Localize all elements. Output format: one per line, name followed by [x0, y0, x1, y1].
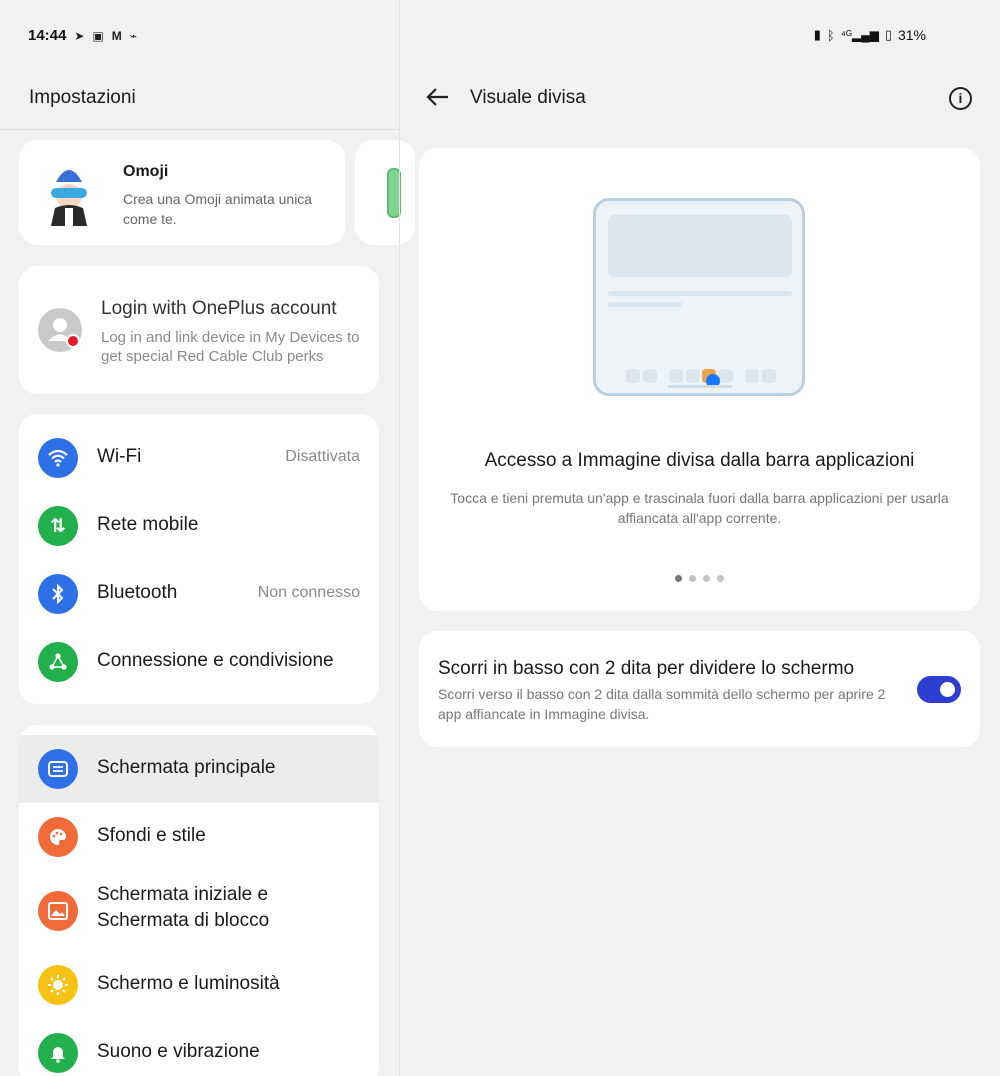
info-icon[interactable]: i — [949, 87, 972, 110]
setting-description: Scorri verso il basso con 2 dita dalla s… — [438, 686, 886, 722]
battery-level: 31% — [897, 27, 926, 43]
split-view-tutorial-card: Accesso a Immagine divisa dalla barra ap… — [419, 148, 980, 611]
dock-app-icon — [762, 369, 777, 383]
back-arrow-icon[interactable] — [426, 85, 450, 113]
settings-item-value: Non connesso — [257, 584, 360, 601]
telegram-icon: ➤ — [74, 28, 85, 43]
status-bar-right: ▮ ᛒ ⁴ᴳ▂▄▆ ▯ 31% — [814, 27, 926, 43]
pane-divider — [399, 0, 400, 1076]
brightness-icon — [38, 965, 78, 1005]
settings-item-mobile-network[interactable]: ⇅ Rete mobile — [19, 492, 379, 560]
header-divider — [0, 129, 399, 130]
bluetooth-icon — [38, 574, 78, 614]
settings-title: Impostazioni — [29, 87, 136, 108]
dock-app-icon — [642, 369, 657, 383]
two-finger-split-toggle[interactable] — [917, 676, 961, 703]
battery-icon: ▯ — [884, 27, 892, 42]
login-description: Log in and link device in My Devices to … — [101, 329, 360, 365]
page-dot — [689, 575, 696, 582]
setting-title: Scorri in basso con 2 dita per dividere … — [438, 658, 855, 679]
tablet-window-placeholder — [608, 215, 792, 277]
tablet-text-line — [608, 291, 792, 296]
status-bar-left: 14:44 ➤ ▣ M ⌁ — [28, 27, 137, 44]
lockscreen-icon — [38, 891, 78, 931]
page-dot — [675, 575, 682, 582]
bell-icon — [38, 1033, 78, 1073]
tablet-text-line — [608, 302, 682, 307]
settings-pane: 14:44 ➤ ▣ M ⌁ Impostazioni Omoji Crea un… — [0, 0, 415, 1076]
dock-gap — [736, 369, 742, 383]
notification-dot — [66, 334, 80, 348]
settings-item-display-brightness[interactable]: Schermo e luminosità — [19, 951, 379, 1019]
settings-item-wallpaper[interactable]: Sfondi e stile — [19, 803, 379, 871]
wifi-icon — [38, 438, 78, 478]
dock-app-icon — [626, 369, 640, 383]
toggle-knob — [940, 682, 955, 697]
dock-app-icon — [685, 369, 700, 383]
tutorial-title: Accesso a Immagine divisa dalla barra ap… — [484, 450, 915, 471]
omoji-title: Omoji — [123, 163, 169, 180]
settings-item-label: Sfondi e stile — [97, 825, 206, 846]
peek-card[interactable] — [355, 140, 415, 245]
network-settings-group: Wi-Fi Disattivata ⇅ Rete mobile Bluetoot… — [19, 414, 379, 704]
login-title: Login with OnePlus account — [101, 298, 337, 319]
settings-item-label: Connessione e condivisione — [97, 650, 334, 671]
tablet-illustration — [593, 198, 805, 396]
home-screen-icon — [38, 749, 78, 789]
page-dot — [703, 575, 710, 582]
tutorial-description: Tocca e tieni premuta un'app e trascinal… — [450, 490, 949, 526]
palette-icon — [38, 817, 78, 857]
settings-item-bluetooth[interactable]: Bluetooth Non connesso — [19, 560, 379, 628]
settings-item-sound[interactable]: Suono e vibrazione — [19, 1019, 379, 1076]
settings-item-home-screen[interactable]: Schermata principale — [19, 735, 379, 803]
settings-item-label: Rete mobile — [97, 514, 199, 535]
settings-item-label: Wi-Fi — [97, 446, 142, 467]
two-finger-split-setting[interactable]: Scorri in basso con 2 dita per dividere … — [419, 631, 980, 747]
camera-icon: ▣ — [92, 28, 104, 43]
settings-item-label: Bluetooth — [97, 582, 178, 603]
dock-app-icon — [719, 369, 734, 383]
login-card[interactable]: Login with OnePlus account Log in and li… — [19, 266, 379, 394]
dock-app-icon — [745, 369, 760, 383]
page-title: Visuale divisa — [470, 87, 586, 108]
settings-item-label: Schermata principale — [97, 757, 276, 778]
settings-item-value: Disattivata — [285, 448, 360, 465]
dock-gap — [660, 369, 666, 383]
taskbar-illustration — [626, 369, 777, 383]
status-time: 14:44 — [28, 27, 67, 44]
home-bar — [668, 385, 732, 388]
signal-4g-icon: ⁴ᴳ▂▄▆ — [840, 28, 879, 42]
omoji-card[interactable]: Omoji Crea una Omoji animata unica come … — [19, 140, 345, 245]
bluetooth-icon: ᛒ — [826, 27, 835, 43]
page-dot — [717, 575, 724, 582]
share-icon — [38, 642, 78, 682]
data-saver-icon: ⌁ — [129, 28, 138, 43]
display-settings-group: Schermata principale Sfondi e stile Sche… — [19, 725, 379, 1076]
page-indicator[interactable] — [675, 575, 724, 582]
settings-item-label: Suono e vibrazione — [97, 1041, 260, 1062]
settings-item-wifi[interactable]: Wi-Fi Disattivata — [19, 424, 379, 492]
mobile-data-icon: ⇅ — [38, 506, 78, 546]
vibrate-icon: ▮ — [813, 27, 821, 42]
gmail-icon: M — [111, 28, 122, 43]
omoji-avatar-icon — [51, 158, 87, 226]
dock-app-icon — [668, 369, 683, 383]
settings-item-connection-sharing[interactable]: Connessione e condivisione — [19, 628, 379, 696]
omoji-description: Crea una Omoji animata unica come te. — [123, 191, 313, 227]
settings-item-label: Schermata iniziale e Schermata di blocco — [97, 884, 270, 931]
settings-item-lockscreen[interactable]: Schermata iniziale e Schermata di blocco — [19, 871, 379, 951]
settings-item-label: Schermo e luminosità — [97, 973, 280, 994]
